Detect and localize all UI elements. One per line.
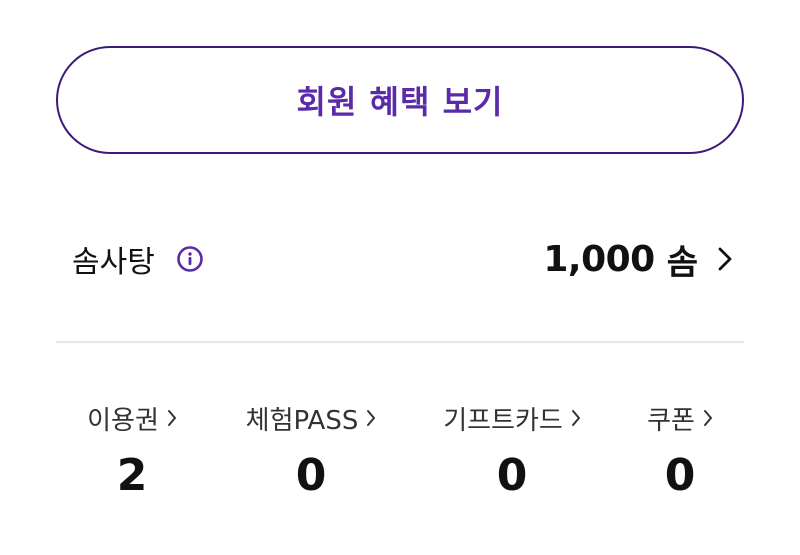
- candy-amount: 1,000: [543, 238, 655, 280]
- stat-trial-pass-label-row: 체험PASS: [246, 390, 377, 446]
- stat-tickets-label: 이용권: [87, 405, 159, 436]
- candy-balance-link[interactable]: 1,000 솜: [543, 235, 732, 284]
- stat-tickets[interactable]: 이용권 2: [56, 390, 208, 504]
- candy-unit: 솜: [666, 242, 698, 283]
- stat-coupon[interactable]: 쿠폰 0: [624, 390, 736, 504]
- chevron-right-icon: [366, 409, 376, 427]
- chevron-right-icon: [703, 409, 713, 427]
- stat-tickets-value: 2: [116, 450, 148, 501]
- member-benefits-button[interactable]: 회원 혜택 보기: [56, 46, 744, 154]
- info-circle-icon[interactable]: [177, 246, 203, 272]
- stat-gift-card-label: 기프트카드: [443, 405, 563, 436]
- stat-trial-pass[interactable]: 체험PASS 0: [226, 390, 396, 504]
- stat-trial-pass-value: 0: [295, 450, 327, 501]
- chevron-right-icon: [167, 409, 177, 427]
- chevron-right-icon: [718, 247, 732, 271]
- stat-gift-card-value: 0: [496, 450, 528, 501]
- candy-label-group: 솜사탕: [72, 237, 203, 281]
- stat-coupon-label-row: 쿠폰: [647, 390, 713, 446]
- stat-gift-card-label-row: 기프트카드: [443, 390, 581, 446]
- stat-coupon-value: 0: [664, 450, 696, 501]
- stat-trial-pass-label: 체험PASS: [245, 405, 359, 436]
- chevron-right-icon: [571, 409, 581, 427]
- candy-label: 솜사탕: [72, 245, 155, 280]
- stat-tickets-label-row: 이용권: [87, 390, 177, 446]
- member-benefits-label: 회원 혜택 보기: [296, 83, 504, 121]
- holdings-summary: 이용권 2 체험PASS 0 기프트카드 0 쿠폰 0: [56, 390, 744, 510]
- section-divider: [56, 341, 744, 343]
- stat-coupon-label: 쿠폰: [647, 405, 695, 436]
- candy-balance-row: 솜사탕 1,000 솜: [72, 224, 732, 294]
- stat-gift-card[interactable]: 기프트카드 0: [428, 390, 596, 504]
